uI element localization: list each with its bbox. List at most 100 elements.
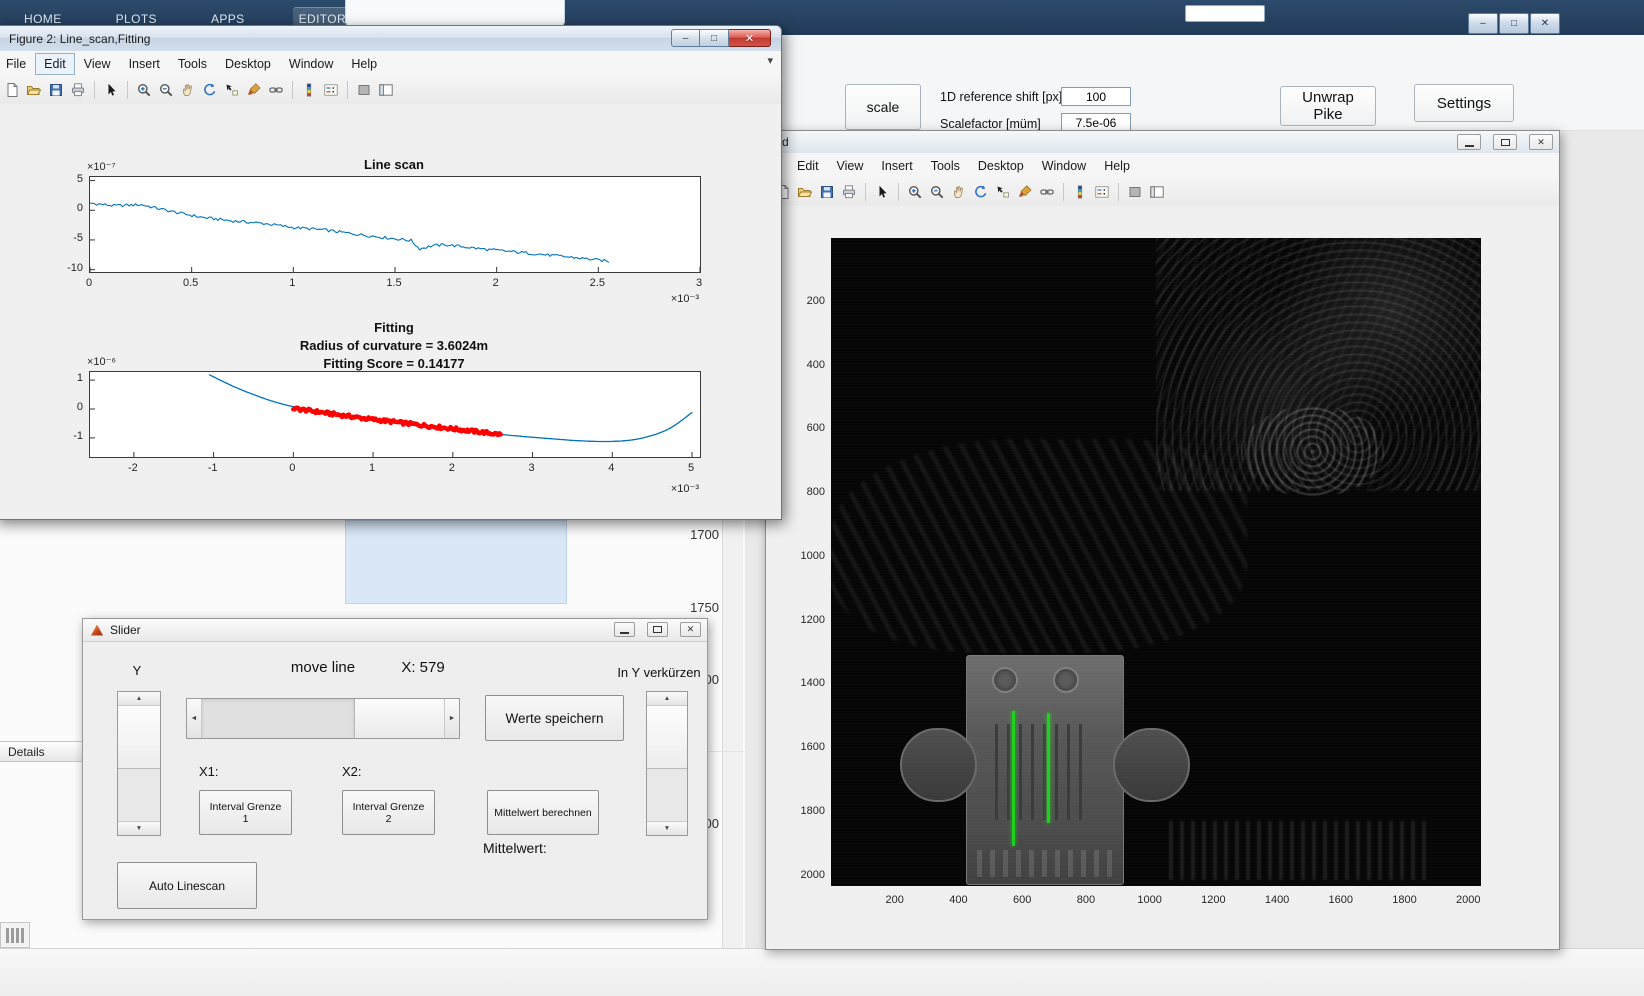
menu-tools[interactable]: Tools — [922, 155, 969, 177]
colorbar-icon[interactable] — [1070, 182, 1090, 202]
link-icon[interactable] — [266, 80, 286, 100]
minimize-button[interactable] — [614, 622, 635, 637]
menu-window[interactable]: Window — [280, 53, 342, 75]
menu-file[interactable]: File — [0, 53, 35, 75]
rotate-icon[interactable] — [200, 80, 220, 100]
menu-help[interactable]: Help — [1095, 155, 1139, 177]
arrow-right-icon[interactable]: ► — [444, 699, 459, 738]
menu-view[interactable]: View — [828, 155, 873, 177]
zoom-in-icon[interactable] — [905, 182, 925, 202]
colorbar-icon[interactable] — [299, 80, 319, 100]
unwrap-pike-button[interactable]: Unwrap Pike — [1280, 86, 1376, 126]
auto-linescan-button[interactable]: Auto Linescan — [117, 862, 257, 909]
maximize-button[interactable]: □ — [1499, 13, 1529, 34]
open-file-icon[interactable] — [24, 80, 44, 100]
menu-tools[interactable]: Tools — [169, 53, 216, 75]
title-bar[interactable]: d ✕ — [766, 131, 1559, 154]
save-icon[interactable] — [817, 182, 837, 202]
menu-overflow-icon[interactable]: ▾ — [767, 54, 773, 67]
save-icon[interactable] — [46, 80, 66, 100]
minimize-button[interactable] — [1457, 134, 1481, 150]
menu-edit[interactable]: Edit — [788, 155, 828, 177]
menu-view[interactable]: View — [75, 53, 120, 75]
new-file-icon[interactable] — [2, 80, 22, 100]
title-bar[interactable]: Figure 2: Line_scan,Fitting – □ ✕ — [0, 26, 781, 52]
measurement-line[interactable] — [1012, 711, 1015, 846]
zoom-in-icon[interactable] — [134, 80, 154, 100]
pan-icon[interactable] — [178, 80, 198, 100]
ref-shift-input[interactable] — [1061, 87, 1131, 106]
resize-grip[interactable] — [0, 922, 30, 948]
maximize-button[interactable] — [1493, 134, 1517, 150]
slider-track[interactable] — [647, 769, 687, 821]
minimize-button[interactable]: – — [671, 29, 700, 47]
legend-icon[interactable] — [1092, 182, 1112, 202]
arrow-up-icon[interactable]: ▲ — [118, 692, 160, 706]
rotate-icon[interactable] — [971, 182, 991, 202]
close-button[interactable]: ✕ — [680, 622, 701, 637]
slider-thumb[interactable] — [354, 699, 444, 738]
show-plot-tools-icon[interactable] — [1147, 182, 1167, 202]
maximize-button[interactable] — [647, 622, 668, 637]
menu-window[interactable]: Window — [1033, 155, 1095, 177]
hide-plot-tools-icon[interactable] — [354, 80, 374, 100]
arrow-left-icon[interactable]: ◄ — [187, 699, 202, 738]
close-button[interactable]: ✕ — [1530, 13, 1560, 34]
settings-button[interactable]: Settings — [1414, 84, 1514, 122]
print-icon[interactable] — [68, 80, 88, 100]
data-cursor-icon[interactable] — [222, 80, 242, 100]
menu-desktop[interactable]: Desktop — [969, 155, 1033, 177]
arrow-down-icon[interactable]: ▼ — [647, 821, 687, 835]
pan-icon[interactable] — [949, 182, 969, 202]
legend-icon[interactable] — [321, 80, 341, 100]
toolbar-separator — [292, 81, 293, 99]
brush-icon[interactable] — [1015, 182, 1035, 202]
cursor-icon[interactable] — [872, 182, 892, 202]
slider-track[interactable] — [118, 769, 160, 821]
title-bar[interactable]: Slider ✕ — [83, 619, 707, 642]
menu-insert[interactable]: Insert — [872, 155, 921, 177]
close-button[interactable]: ✕ — [729, 29, 771, 47]
menu-help[interactable]: Help — [342, 53, 386, 75]
arrow-down-icon[interactable]: ▼ — [118, 821, 160, 835]
data-cursor-icon[interactable] — [993, 182, 1013, 202]
interval-grenze-2-button[interactable]: Interval Grenze 2 — [342, 790, 435, 835]
y-position-slider[interactable]: ▲ ▼ — [117, 691, 161, 836]
arrow-up-icon[interactable]: ▲ — [647, 692, 687, 706]
hide-plot-tools-icon[interactable] — [1125, 182, 1145, 202]
interval-grenze-1-button[interactable]: Interval Grenze 1 — [199, 790, 292, 835]
measurement-line[interactable] — [1047, 713, 1050, 823]
background-scrollbar[interactable] — [722, 520, 743, 948]
show-plot-tools-icon[interactable] — [376, 80, 396, 100]
menu-desktop[interactable]: Desktop — [216, 53, 280, 75]
print-icon[interactable] — [839, 182, 859, 202]
details-panel-header[interactable]: Details — [0, 741, 86, 762]
shorten-y-slider[interactable]: ▲ ▼ — [646, 691, 688, 836]
menu-insert[interactable]: Insert — [120, 53, 169, 75]
cursor-icon[interactable] — [101, 80, 121, 100]
close-button[interactable]: ✕ — [1529, 134, 1553, 150]
minimize-button[interactable]: – — [1468, 13, 1498, 34]
line-scan-title: Line scan — [89, 157, 699, 172]
mittelwert-berechnen-button[interactable]: Mittelwert berechnen — [487, 790, 599, 835]
slider-thumb[interactable] — [118, 706, 160, 769]
slider-thumb[interactable] — [647, 706, 687, 769]
maximize-button[interactable]: □ — [700, 29, 729, 47]
status-bar — [0, 948, 1644, 996]
zoom-out-icon[interactable] — [156, 80, 176, 100]
toolstrip-search-box[interactable] — [1185, 5, 1265, 22]
hologram-image — [831, 238, 1481, 886]
link-icon[interactable] — [1037, 182, 1057, 202]
menu-bar: EditViewInsertToolsDesktopWindowHelp — [766, 153, 1559, 179]
image-x-tick-label: 1800 — [1385, 894, 1425, 906]
zoom-out-icon[interactable] — [927, 182, 947, 202]
move-line-slider[interactable]: ◄ ► — [186, 698, 460, 739]
open-file-icon[interactable] — [795, 182, 815, 202]
diagonal-fringes — [831, 439, 1247, 653]
brush-icon[interactable] — [244, 80, 264, 100]
scale-button[interactable]: scale — [845, 84, 921, 130]
menu-edit[interactable]: Edit — [35, 53, 75, 75]
werte-speichern-button[interactable]: Werte speichern — [485, 695, 624, 741]
slider-track[interactable] — [202, 699, 354, 738]
toolbar-separator — [865, 183, 866, 201]
